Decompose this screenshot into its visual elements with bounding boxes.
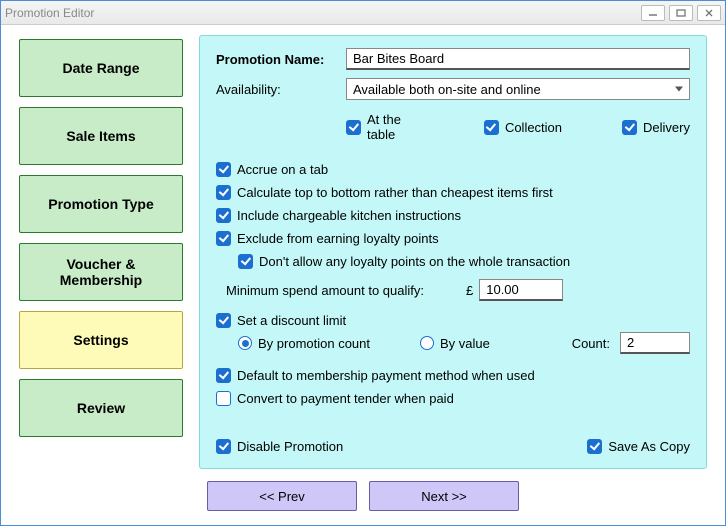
checkbox-label: Set a discount limit xyxy=(237,313,346,328)
no-loyalty-whole-checkbox[interactable]: Don't allow any loyalty points on the wh… xyxy=(238,254,690,269)
channel-at-table[interactable]: At the table xyxy=(346,112,424,142)
checkbox-icon xyxy=(216,313,231,328)
button-label: << Prev xyxy=(259,489,305,504)
convert-tender-checkbox[interactable]: Convert to payment tender when paid xyxy=(216,391,690,406)
checkbox-icon xyxy=(216,439,231,454)
promotion-name-label: Promotion Name: xyxy=(216,52,346,67)
default-membership-checkbox[interactable]: Default to membership payment method whe… xyxy=(216,368,690,383)
checkbox-label: Delivery xyxy=(643,120,690,135)
checkbox-icon xyxy=(216,162,231,177)
sidebar-item-date-range[interactable]: Date Range xyxy=(19,39,183,97)
maximize-button[interactable] xyxy=(669,5,693,21)
sidebar-item-voucher-membership[interactable]: Voucher & Membership xyxy=(19,243,183,301)
radio-label: By promotion count xyxy=(258,336,370,351)
checkbox-icon xyxy=(216,185,231,200)
titlebar: Promotion Editor xyxy=(1,1,725,25)
sidebar: Date Range Sale Items Promotion Type Vou… xyxy=(19,35,183,469)
availability-label: Availability: xyxy=(216,82,346,97)
include-kitchen-checkbox[interactable]: Include chargeable kitchen instructions xyxy=(216,208,690,223)
sidebar-item-label: Sale Items xyxy=(66,128,135,144)
sidebar-item-label: Review xyxy=(77,400,125,416)
checkbox-label: Disable Promotion xyxy=(237,439,343,454)
promotion-name-input[interactable] xyxy=(346,48,690,70)
checkbox-label: At the table xyxy=(367,112,424,142)
checkbox-icon xyxy=(346,120,361,135)
sidebar-item-review[interactable]: Review xyxy=(19,379,183,437)
by-promo-count-radio[interactable]: By promotion count xyxy=(238,336,370,351)
checkbox-label: Calculate top to bottom rather than chea… xyxy=(237,185,553,200)
count-input[interactable] xyxy=(620,332,690,354)
minimize-button[interactable] xyxy=(641,5,665,21)
checkbox-label: Save As Copy xyxy=(608,439,690,454)
sidebar-item-label: Voucher & Membership xyxy=(24,256,178,288)
checkbox-label: Default to membership payment method whe… xyxy=(237,368,535,383)
sidebar-item-settings[interactable]: Settings xyxy=(19,311,183,369)
checkbox-icon xyxy=(484,120,499,135)
checkbox-label: Don't allow any loyalty points on the wh… xyxy=(259,254,570,269)
next-button[interactable]: Next >> xyxy=(369,481,519,511)
sidebar-item-label: Promotion Type xyxy=(48,196,154,212)
sidebar-item-promotion-type[interactable]: Promotion Type xyxy=(19,175,183,233)
button-label: Next >> xyxy=(421,489,467,504)
save-as-copy-checkbox[interactable]: Save As Copy xyxy=(587,439,690,454)
checkbox-icon xyxy=(216,391,231,406)
sidebar-item-label: Date Range xyxy=(62,60,139,76)
radio-icon xyxy=(238,336,252,350)
min-spend-input[interactable] xyxy=(479,279,563,301)
checkbox-icon xyxy=(216,368,231,383)
window-title: Promotion Editor xyxy=(5,6,94,20)
disable-promotion-checkbox[interactable]: Disable Promotion xyxy=(216,439,343,454)
checkbox-icon xyxy=(238,254,253,269)
checkbox-label: Accrue on a tab xyxy=(237,162,328,177)
exclude-loyalty-checkbox[interactable]: Exclude from earning loyalty points xyxy=(216,231,690,246)
set-discount-limit-checkbox[interactable]: Set a discount limit xyxy=(216,313,690,328)
close-button[interactable] xyxy=(697,5,721,21)
checkbox-label: Include chargeable kitchen instructions xyxy=(237,208,461,223)
checkbox-icon xyxy=(216,208,231,223)
prev-button[interactable]: << Prev xyxy=(207,481,357,511)
checkbox-icon xyxy=(216,231,231,246)
checkbox-label: Exclude from earning loyalty points xyxy=(237,231,439,246)
sidebar-item-label: Settings xyxy=(73,332,128,348)
radio-label: By value xyxy=(440,336,490,351)
channel-collection[interactable]: Collection xyxy=(484,112,562,142)
min-spend-label: Minimum spend amount to qualify: xyxy=(226,283,466,298)
availability-value: Available both on-site and online xyxy=(353,82,541,97)
accrue-tab-checkbox[interactable]: Accrue on a tab xyxy=(216,162,690,177)
checkbox-label: Collection xyxy=(505,120,562,135)
radio-icon xyxy=(420,336,434,350)
checkbox-icon xyxy=(587,439,602,454)
settings-panel: Promotion Name: Availability: Available … xyxy=(199,35,707,469)
by-value-radio[interactable]: By value xyxy=(420,336,490,351)
availability-select[interactable]: Available both on-site and online xyxy=(346,78,690,100)
sidebar-item-sale-items[interactable]: Sale Items xyxy=(19,107,183,165)
count-label: Count: xyxy=(572,336,610,351)
bottom-bar: << Prev Next >> xyxy=(19,469,707,511)
channel-delivery[interactable]: Delivery xyxy=(622,112,690,142)
currency-label: £ xyxy=(466,283,473,298)
checkbox-icon xyxy=(622,120,637,135)
checkbox-label: Convert to payment tender when paid xyxy=(237,391,454,406)
top-to-bottom-checkbox[interactable]: Calculate top to bottom rather than chea… xyxy=(216,185,690,200)
